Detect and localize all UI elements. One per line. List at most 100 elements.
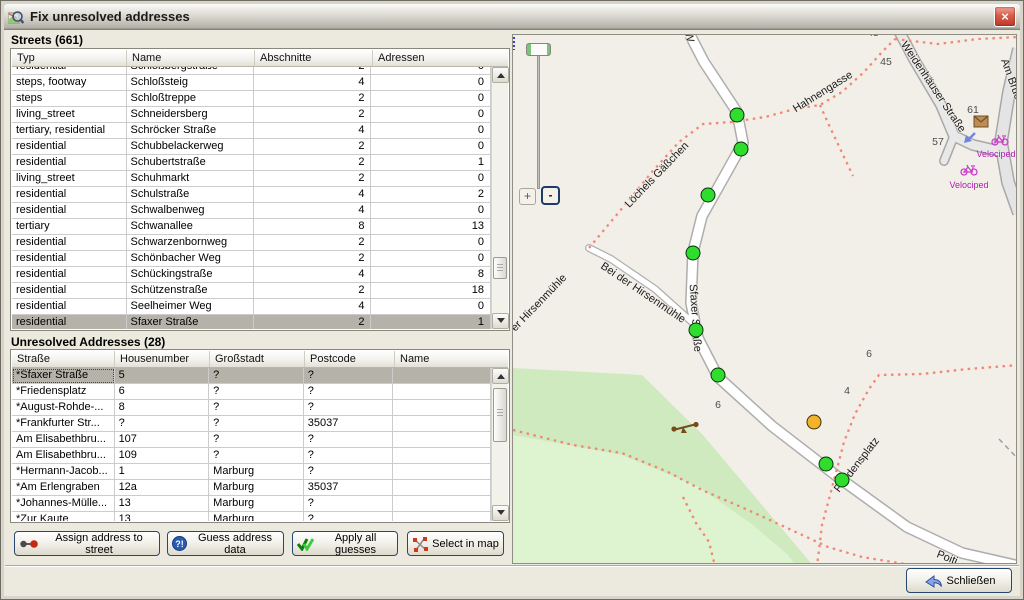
table-cell: 0 [371, 67, 491, 75]
table-cell: 5 [115, 368, 210, 384]
table-row[interactable]: living_streetSchuhmarkt20 [12, 171, 491, 187]
map-canvas[interactable]: Löchels GäßchenHahnengasseWeidenhäuser S… [512, 34, 1017, 564]
column-header-grossstadt[interactable]: Großstadt [210, 351, 305, 367]
table-row[interactable]: *Sfaxer Straße5?? [12, 368, 491, 384]
table-cell: 0 [371, 107, 491, 123]
table-row[interactable]: residentialSchwarzenbornweg20 [12, 235, 491, 251]
zoom-slider-handle[interactable] [526, 43, 551, 56]
table-row[interactable]: residentialSchubertstraße21 [12, 155, 491, 171]
housenumber-label: 45 [867, 34, 879, 39]
scroll-down-icon[interactable] [492, 313, 509, 329]
table-cell: ? [304, 384, 394, 400]
table-cell: 2 [371, 187, 491, 203]
addresses-scrollbar[interactable] [491, 368, 508, 521]
close-dialog-button[interactable]: Schließen [906, 568, 1012, 593]
table-cell: 13 [371, 219, 491, 235]
table-row[interactable]: residentialSchützenstraße218 [12, 283, 491, 299]
table-row[interactable]: *Friedensplatz6?? [12, 384, 491, 400]
table-row[interactable]: residentialSchloßbergstraße20 [12, 67, 491, 75]
table-row[interactable]: *Johannes-Mülle...13Marburg? [12, 496, 491, 512]
column-header-postcode[interactable]: Postcode [305, 351, 395, 367]
table-cell: 0 [371, 75, 491, 91]
table-row[interactable]: *Hermann-Jacob...1Marburg? [12, 464, 491, 480]
table-row[interactable]: tertiarySchwanallee813 [12, 219, 491, 235]
addresses-scroll-thumb[interactable] [493, 388, 507, 442]
table-cell: residential [12, 315, 127, 329]
table-cell: Schloßtreppe [127, 91, 254, 107]
scroll-up-icon[interactable] [492, 67, 509, 83]
table-row[interactable]: *Frankfurter Str...??35037 [12, 416, 491, 432]
streets-scrollbar[interactable] [491, 67, 508, 329]
guess-address-data-button[interactable]: ?! Guess address data [167, 531, 284, 556]
table-cell: tertiary, residential [12, 123, 127, 139]
table-cell: 2 [254, 91, 372, 107]
table-cell [393, 400, 491, 416]
zoom-in-button[interactable]: + [519, 188, 536, 205]
table-cell: ? [209, 368, 304, 384]
zoom-out-button[interactable]: - [541, 186, 560, 205]
assign-address-to-street-button[interactable]: Assign address to street [14, 531, 160, 556]
table-cell: 0 [371, 203, 491, 219]
table-cell: *Johannes-Mülle... [12, 496, 115, 512]
table-row[interactable]: residentialSchönbacher Weg20 [12, 251, 491, 267]
addresses-table: Straße Housenumber Großstadt Postcode Na… [10, 349, 510, 523]
table-cell [393, 448, 491, 464]
table-cell: residential [12, 267, 127, 283]
table-cell: 4 [254, 123, 372, 139]
addresses-section-title: Unresolved Addresses (28) [11, 335, 165, 349]
zoom-slider-track[interactable] [537, 49, 540, 189]
table-cell: 0 [371, 123, 491, 139]
select-in-map-button[interactable]: Select in map [407, 531, 504, 556]
table-cell: ? [304, 368, 394, 384]
scroll-up-icon[interactable] [492, 368, 509, 384]
table-row[interactable]: Am Elisabethbru...109?? [12, 448, 491, 464]
address-node-marker [734, 142, 749, 157]
table-row[interactable]: residentialSchulstraße42 [12, 187, 491, 203]
poi-label: Velociped [976, 149, 1015, 159]
streets-scroll-thumb[interactable] [493, 257, 507, 279]
column-header-strasse[interactable]: Straße [12, 351, 115, 367]
table-row[interactable]: residentialSchwalbenweg40 [12, 203, 491, 219]
column-header-adressen[interactable]: Adressen [373, 50, 493, 66]
table-cell: residential [12, 139, 127, 155]
table-cell: 4 [254, 203, 372, 219]
table-row[interactable]: tertiary, residentialSchröcker Straße40 [12, 123, 491, 139]
question-badge-icon: ?! [172, 536, 187, 551]
table-row[interactable]: living_streetSchneidersberg20 [12, 107, 491, 123]
table-cell: Am Elisabethbru... [12, 448, 115, 464]
window-title: Fix unresolved addresses [30, 9, 190, 24]
table-cell: steps [12, 91, 127, 107]
column-header-name[interactable]: Name [395, 351, 493, 367]
table-cell: 12a [115, 480, 210, 496]
table-cell [393, 432, 491, 448]
housenumber-label: 57 [932, 136, 944, 148]
table-row[interactable]: *August-Rohde-...8?? [12, 400, 491, 416]
table-row[interactable]: residentialSchückingstraße48 [12, 267, 491, 283]
table-cell: Marburg [209, 464, 304, 480]
address-node-marker [689, 323, 704, 338]
table-cell: 2 [254, 139, 372, 155]
table-cell: 8 [115, 400, 210, 416]
table-row[interactable]: *Am Erlengraben12aMarburg35037 [12, 480, 491, 496]
address-node-marker [730, 108, 745, 123]
table-row[interactable]: steps, footwaySchloßsteig40 [12, 75, 491, 91]
table-row[interactable]: residentialSchubbelackerweg20 [12, 139, 491, 155]
close-icon[interactable]: × [994, 6, 1016, 27]
table-cell: Seelheimer Weg [127, 299, 254, 315]
table-row[interactable]: residentialSeelheimer Weg40 [12, 299, 491, 315]
table-row[interactable]: residentialSfaxer Straße21 [12, 315, 491, 329]
table-row[interactable]: stepsSchloßtreppe20 [12, 91, 491, 107]
table-row[interactable]: Am Elisabethbru...107?? [12, 432, 491, 448]
table-cell: 107 [115, 432, 210, 448]
title-bar[interactable]: Fix unresolved addresses × [4, 4, 1020, 30]
apply-all-guesses-button[interactable]: Apply all guesses [292, 531, 398, 556]
table-cell: 0 [371, 251, 491, 267]
scroll-down-icon[interactable] [492, 505, 509, 521]
table-cell: living_street [12, 171, 127, 187]
table-cell: 4 [254, 75, 372, 91]
table-row[interactable]: *Zur Kaute13Marburg? [12, 512, 491, 521]
column-header-name[interactable]: Name [127, 50, 255, 66]
column-header-housenumber[interactable]: Housenumber [115, 351, 210, 367]
column-header-abschnitte[interactable]: Abschnitte [255, 50, 373, 66]
column-header-typ[interactable]: Typ [12, 50, 127, 66]
